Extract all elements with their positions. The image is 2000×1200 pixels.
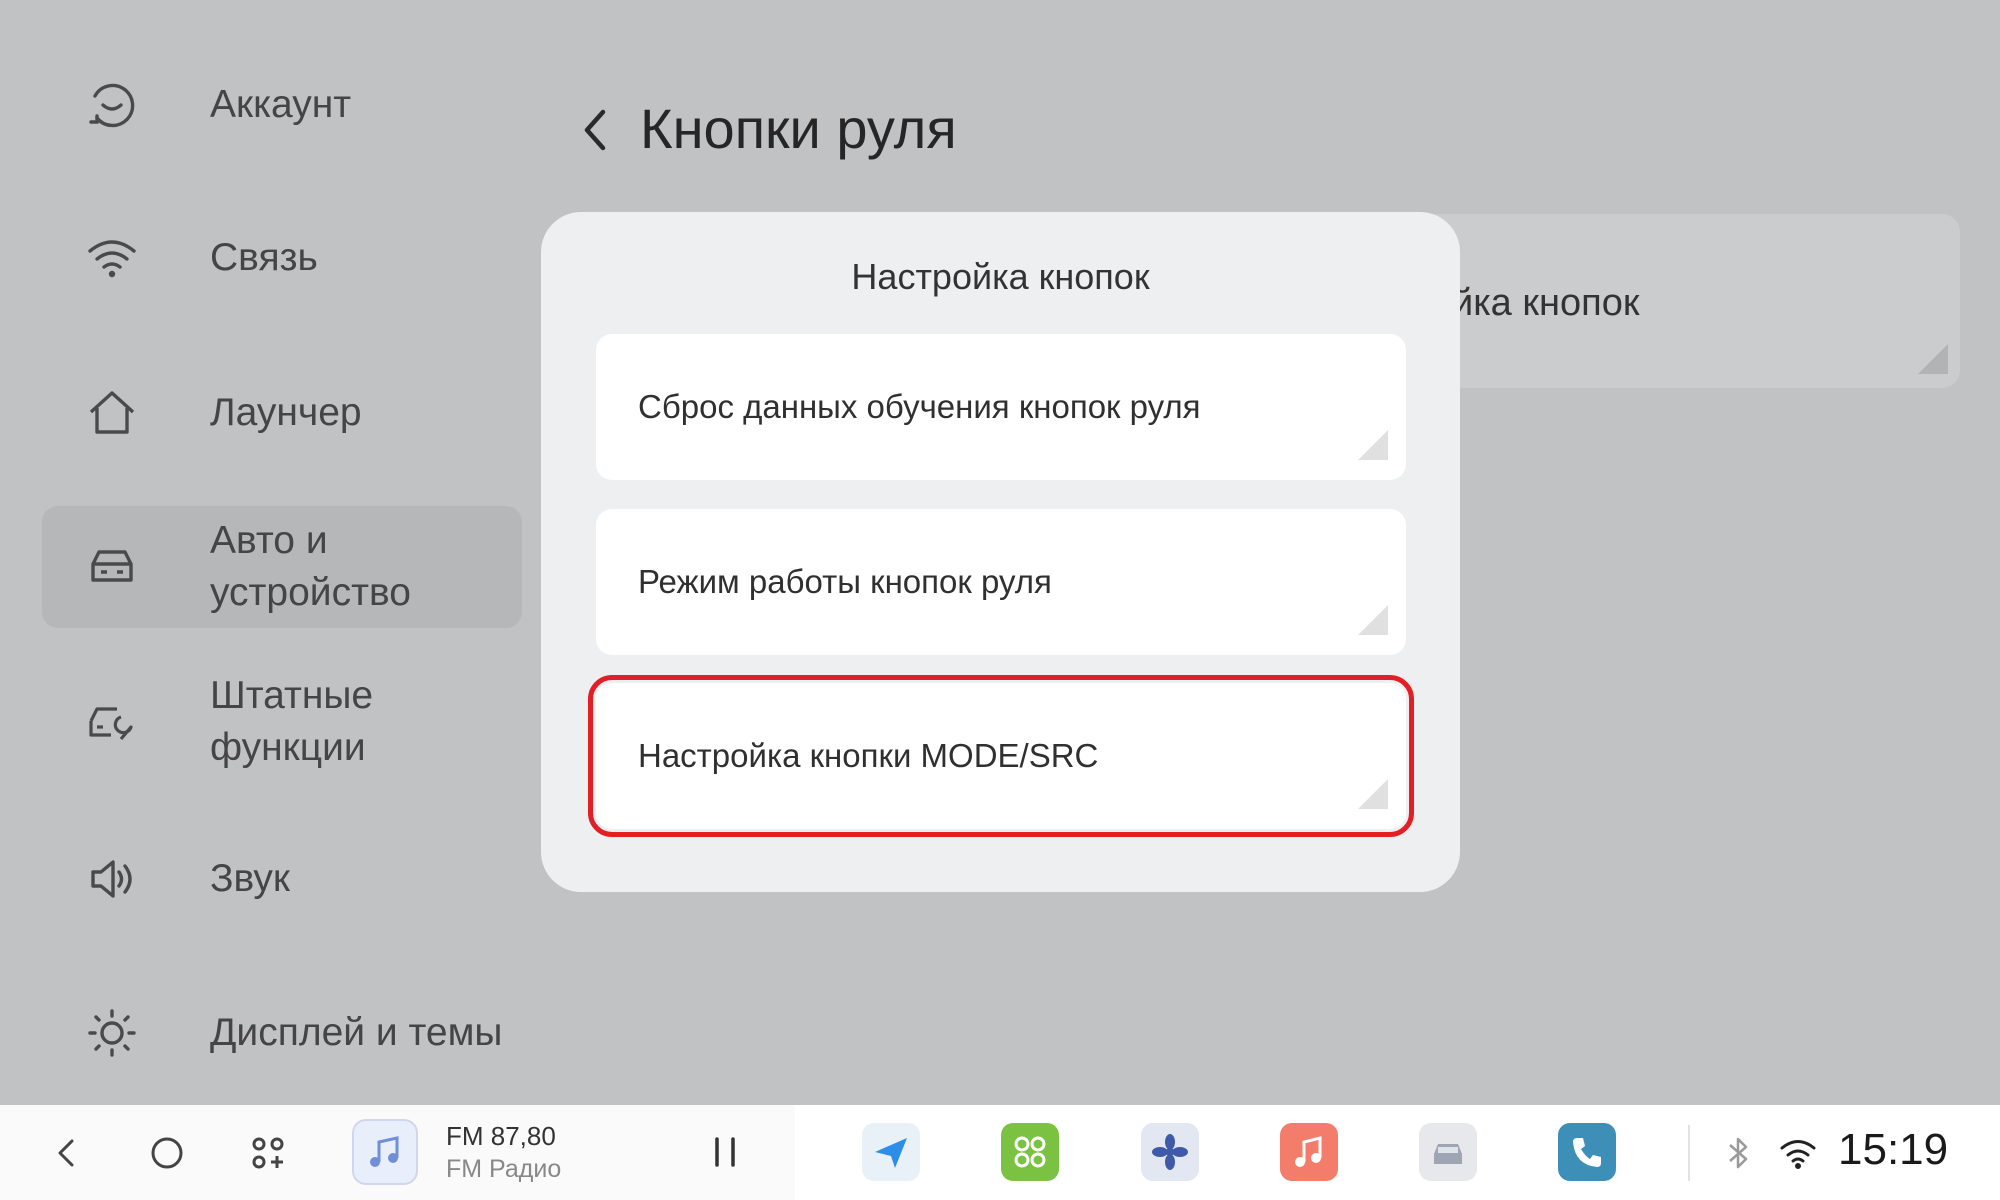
nav-apps-button[interactable] xyxy=(238,1123,298,1183)
app-music[interactable] xyxy=(1280,1123,1338,1181)
sidebar-item-label: Лаунчер xyxy=(210,391,362,434)
pause-icon xyxy=(715,1137,735,1167)
car-wrench-icon xyxy=(85,695,139,749)
media-pause-button[interactable] xyxy=(700,1127,750,1177)
apps-grid-icon xyxy=(252,1137,284,1169)
radio-source: FM Радио xyxy=(446,1155,562,1183)
option-label: Режим работы кнопок руля xyxy=(638,563,1052,600)
corner-indicator-icon xyxy=(1358,605,1388,635)
home-icon xyxy=(85,386,139,440)
dialog-title: Настройка кнопок xyxy=(851,256,1150,297)
sidebar-item-label: Аккаунт xyxy=(210,83,352,126)
back-icon xyxy=(58,1139,74,1167)
corner-indicator-icon xyxy=(1358,779,1388,809)
sidebar-item-label: Авто и устройство xyxy=(210,519,411,614)
app-phone[interactable] xyxy=(1558,1123,1616,1181)
chevron-left-icon xyxy=(584,109,606,151)
page-title: Кнопки руля xyxy=(640,97,957,160)
sidebar-item-connection[interactable]: Связь xyxy=(42,197,522,319)
sidebar-item-launcher[interactable]: Лаунчер xyxy=(42,352,522,474)
option-label: Сброс данных обучения кнопок руля xyxy=(638,388,1201,425)
wifi-icon xyxy=(85,231,139,285)
phone-icon xyxy=(1573,1138,1601,1167)
settings-card-button-setup[interactable]: йка кнопок xyxy=(1400,214,1960,388)
home-circle-icon xyxy=(151,1137,183,1169)
music-app-icon xyxy=(1295,1136,1322,1167)
app-launcher[interactable] xyxy=(1001,1123,1059,1181)
radio-frequency: FM 87,80 xyxy=(446,1121,556,1151)
bottom-bar: FM 87,80 FM Радио 15:19 xyxy=(0,1105,2000,1200)
sidebar-item-auto-device[interactable]: Авто и устройство xyxy=(42,506,522,628)
clock: 15:19 xyxy=(1838,1125,1949,1174)
sidebar-item-sound[interactable]: Звук xyxy=(42,818,522,940)
settings-card-label: йка кнопок xyxy=(1452,282,1640,324)
option-button-mode[interactable]: Режим работы кнопок руля xyxy=(596,509,1406,655)
account-icon xyxy=(85,78,139,132)
corner-indicator-icon xyxy=(1358,430,1388,460)
media-thumbnail[interactable] xyxy=(352,1119,418,1185)
speaker-icon xyxy=(85,852,139,906)
wifi-status-icon xyxy=(1778,1133,1818,1173)
nav-home-button[interactable] xyxy=(137,1123,197,1183)
app-climate[interactable] xyxy=(1141,1123,1199,1181)
apps-launcher-icon xyxy=(1014,1136,1046,1168)
navigation-icon xyxy=(875,1138,907,1168)
option-mode-src-setup[interactable]: Настройка кнопки MODE/SRC xyxy=(588,675,1414,837)
sidebar-item-label: Дисплей и темы xyxy=(210,1011,503,1054)
option-label: Настройка кнопки MODE/SRC xyxy=(638,737,1099,774)
sidebar: Аккаунт Связь Лаунчер Авто и устройство xyxy=(0,0,530,1105)
sidebar-item-label: Штатные функции xyxy=(210,674,374,769)
corner-indicator-icon xyxy=(1918,344,1948,374)
app-navigation[interactable] xyxy=(862,1123,920,1181)
sidebar-item-account[interactable]: Аккаунт xyxy=(42,44,522,166)
bluetooth-icon xyxy=(1718,1133,1758,1173)
music-note-icon xyxy=(370,1136,399,1167)
climate-fan-icon xyxy=(1152,1134,1188,1170)
back-button[interactable] xyxy=(575,100,615,160)
app-car-settings[interactable] xyxy=(1419,1123,1477,1181)
button-settings-dialog: Настройка кнопок Сброс данных обучения к… xyxy=(541,212,1460,892)
nav-back-button[interactable] xyxy=(38,1123,98,1183)
car-icon xyxy=(85,540,139,594)
sidebar-item-label: Звук xyxy=(210,857,290,900)
sidebar-item-display-themes[interactable]: Дисплей и темы xyxy=(42,972,522,1094)
brightness-icon xyxy=(85,1006,139,1060)
sidebar-item-built-in-functions[interactable]: Штатные функции xyxy=(42,661,522,783)
option-reset-learning-data[interactable]: Сброс данных обучения кнопок руля xyxy=(596,334,1406,480)
car-settings-icon xyxy=(1434,1144,1462,1164)
sidebar-item-label: Связь xyxy=(210,236,318,279)
bar-divider xyxy=(1688,1125,1690,1181)
